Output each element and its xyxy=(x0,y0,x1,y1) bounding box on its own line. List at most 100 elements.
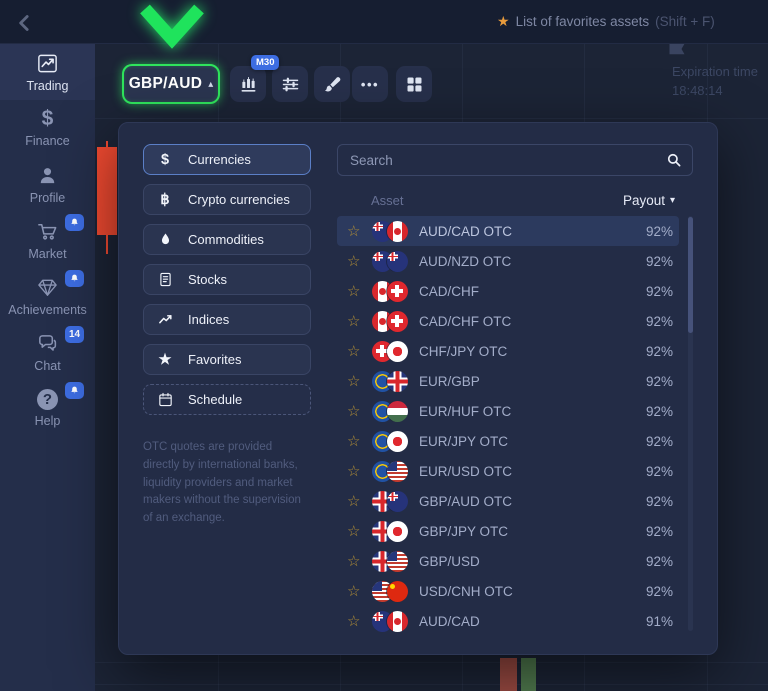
asset-row[interactable]: ☆ AUD/CAD OTC 92% xyxy=(337,216,679,246)
asset-name: GBP/JPY OTC xyxy=(419,523,509,539)
asset-row[interactable]: ☆ AUD/NZD OTC 92% xyxy=(337,246,679,276)
sidebar-item-market[interactable]: Market xyxy=(0,212,95,268)
expiration-flag-icon xyxy=(668,42,686,56)
expiration-value: 18:48:14 xyxy=(672,83,723,98)
favorite-star-icon[interactable]: ☆ xyxy=(347,342,365,360)
asset-row[interactable]: ☆ GBP/AUD OTC 92% xyxy=(337,486,679,516)
currency-pair-flags xyxy=(372,430,408,452)
asset-name: CHF/JPY OTC xyxy=(419,343,508,359)
currency-pair-flags xyxy=(372,520,408,542)
scrollbar-thumb[interactable] xyxy=(688,217,693,333)
asset-row[interactable]: ☆ GBP/JPY OTC 92% xyxy=(337,516,679,546)
dollar-icon: $ xyxy=(160,151,170,168)
expiration-label: Expiration time xyxy=(672,64,758,79)
category-schedule[interactable]: Schedule xyxy=(143,384,311,415)
sidebar-item-label: Trading xyxy=(26,78,69,93)
asset-name: CAD/CHF xyxy=(419,283,479,299)
currency-pair-flags xyxy=(372,370,408,392)
category-label: Stocks xyxy=(188,272,228,287)
bell-icon xyxy=(71,274,78,282)
candle-red xyxy=(97,147,117,235)
category-indices[interactable]: Indices xyxy=(143,304,311,335)
trend-arrow-icon xyxy=(156,311,174,329)
chart-type-button[interactable] xyxy=(230,66,266,102)
notification-bell-badge xyxy=(65,270,84,287)
sidebar-item-label: Profile xyxy=(29,190,66,205)
drawing-tools-button[interactable] xyxy=(314,66,350,102)
candle-red-small xyxy=(500,658,517,691)
asset-row[interactable]: ☆ CAD/CHF 92% xyxy=(337,276,679,306)
quote-currency-flag-icon xyxy=(387,610,408,632)
asset-row[interactable]: ☆ AUD/CAD 91% xyxy=(337,606,679,633)
asset-payout: 92% xyxy=(645,583,673,599)
category-crypto-currencies[interactable]: ฿ Crypto currencies xyxy=(143,184,311,215)
favorite-star-icon[interactable]: ☆ xyxy=(347,432,365,450)
favorite-star-icon[interactable]: ☆ xyxy=(347,372,365,390)
asset-name: EUR/GBP xyxy=(419,373,480,389)
asset-pair-button[interactable]: GBP/AUD ▴ xyxy=(122,64,220,104)
category-column: $ Currencies ฿ Crypto currencies Commodi… xyxy=(143,144,311,633)
currency-pair-flags xyxy=(372,490,408,512)
candle-green-small xyxy=(521,658,536,691)
brush-icon xyxy=(324,76,340,91)
sidebar-item-profile[interactable]: Profile xyxy=(0,156,95,212)
sidebar-item-finance[interactable]: $ Finance xyxy=(0,100,95,156)
quote-currency-flag-icon xyxy=(387,430,408,452)
favorite-star-icon[interactable]: ☆ xyxy=(347,402,365,420)
back-icon[interactable] xyxy=(12,10,38,36)
grid-icon xyxy=(407,77,421,91)
favorite-star-icon[interactable]: ☆ xyxy=(347,252,365,270)
favorite-star-icon[interactable]: ☆ xyxy=(347,612,365,630)
more-options-button[interactable]: ••• xyxy=(352,66,388,102)
asset-row[interactable]: ☆ GBP/USD 92% xyxy=(337,546,679,576)
sidebar-item-trading[interactable]: Trading xyxy=(0,44,95,100)
search-icon[interactable] xyxy=(665,151,683,169)
currency-pair-flags xyxy=(372,610,408,632)
indicators-button[interactable] xyxy=(272,66,308,102)
category-commodities[interactable]: Commodities xyxy=(143,224,311,255)
category-stocks[interactable]: Stocks xyxy=(143,264,311,295)
grid-layout-button[interactable] xyxy=(396,66,432,102)
favorite-star-icon[interactable]: ☆ xyxy=(347,582,365,600)
asset-payout: 92% xyxy=(645,463,673,479)
favorite-star-icon[interactable]: ☆ xyxy=(347,462,365,480)
quote-currency-flag-icon xyxy=(387,310,408,332)
asset-row[interactable]: ☆ USD/CNH OTC 92% xyxy=(337,576,679,606)
quote-currency-flag-icon xyxy=(387,580,408,602)
favorite-star-icon[interactable]: ☆ xyxy=(347,492,365,510)
payout-sort-header[interactable]: Payout ▾ xyxy=(623,193,675,208)
asset-row[interactable]: ☆ CAD/CHF OTC 92% xyxy=(337,306,679,336)
dollar-icon: $ xyxy=(41,107,54,130)
asset-list-column: Asset Payout ▾ ☆ AUD/CAD OTC xyxy=(337,144,693,633)
asset-name: USD/CNH OTC xyxy=(419,583,513,599)
asset-row[interactable]: ☆ EUR/HUF OTC 92% xyxy=(337,396,679,426)
bell-icon xyxy=(71,386,78,394)
sidebar-item-label: Finance xyxy=(25,134,70,148)
favorite-star-icon[interactable]: ☆ xyxy=(347,282,365,300)
asset-payout: 92% xyxy=(645,433,673,449)
category-currencies[interactable]: $ Currencies xyxy=(143,144,311,175)
favorite-star-icon[interactable]: ☆ xyxy=(347,522,365,540)
category-label: Currencies xyxy=(188,152,251,167)
asset-row[interactable]: ☆ EUR/GBP 92% xyxy=(337,366,679,396)
bell-icon xyxy=(71,218,78,226)
chat-count-badge: 14 xyxy=(65,326,84,343)
sidebar-item-chat[interactable]: 14 Chat xyxy=(0,324,95,380)
asset-row[interactable]: ☆ EUR/USD OTC 92% xyxy=(337,456,679,486)
favorite-star-icon[interactable]: ☆ xyxy=(347,312,365,330)
search-box xyxy=(337,144,693,176)
search-input[interactable] xyxy=(337,144,693,176)
category-label: Crypto currencies xyxy=(188,192,290,207)
asset-row[interactable]: ☆ CHF/JPY OTC 92% xyxy=(337,336,679,366)
sidebar-item-achievements[interactable]: Achievements xyxy=(0,268,95,324)
trading-app-screen: Expiration time 18:48:14 ★ List of favor… xyxy=(0,0,768,691)
category-favorites[interactable]: ★ Favorites xyxy=(143,344,311,375)
asset-name: AUD/CAD xyxy=(419,613,480,629)
timeframe-badge: M30 xyxy=(251,55,280,70)
favorite-star-icon[interactable]: ☆ xyxy=(347,222,365,240)
favorite-star-icon[interactable]: ☆ xyxy=(347,552,365,570)
quote-currency-flag-icon xyxy=(387,370,408,392)
sidebar-item-help[interactable]: ? Help xyxy=(0,380,95,436)
asset-row[interactable]: ☆ EUR/JPY OTC 92% xyxy=(337,426,679,456)
asset-payout: 92% xyxy=(645,523,673,539)
